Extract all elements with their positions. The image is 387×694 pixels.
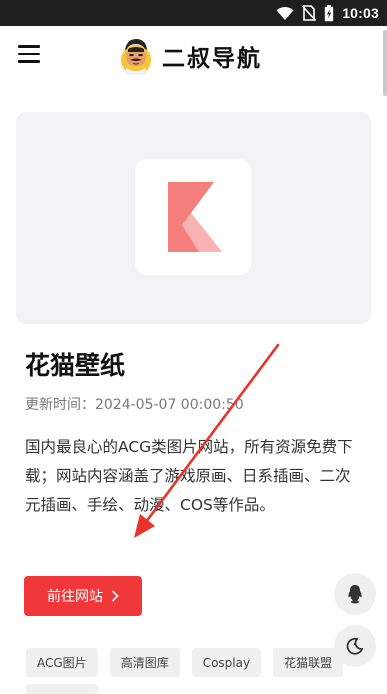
page-scrollbar[interactable]: [383, 30, 387, 96]
wifi-icon: [276, 6, 294, 20]
updated-time: 更新时间：2024-05-07 00:00:50: [25, 397, 244, 413]
site-description: 国内最良心的ACG类图片网站，所有资源免费下载；网站内容涵盖了游戏原画、日系插画…: [25, 438, 353, 514]
moon-theme-icon: [346, 637, 364, 655]
tag-chip[interactable]: 高清图库: [109, 648, 180, 677]
chevron-right-icon: [111, 590, 119, 602]
tag-chip[interactable]: Cosplay: [191, 648, 262, 677]
menu-icon[interactable]: [18, 45, 40, 63]
tag-chip-partial[interactable]: [26, 684, 98, 694]
qq-contact-button[interactable]: [334, 573, 376, 615]
visit-site-button[interactable]: 前往网站: [24, 576, 142, 616]
status-bar: 10:03: [0, 0, 387, 26]
status-icons: 10:03: [276, 4, 379, 22]
tag-chip[interactable]: ACG图片: [26, 648, 98, 677]
site-logo-icon: [168, 182, 222, 252]
app-bar: 二叔导航: [0, 26, 387, 84]
brand[interactable]: 二叔导航: [118, 34, 262, 78]
site-title: 花猫壁纸: [25, 351, 126, 380]
brand-title: 二叔导航: [162, 46, 262, 72]
site-preview-card: [16, 112, 371, 324]
qq-penguin-icon: [348, 585, 362, 604]
tag-list: ACG图片 高清图库 Cosplay 花猫联盟: [26, 648, 344, 677]
site-logo-tile: [135, 159, 251, 275]
status-time: 10:03: [342, 5, 379, 21]
brand-avatar-icon: [121, 39, 151, 75]
tag-chip[interactable]: 花猫联盟: [273, 648, 344, 677]
battery-charging-icon: [324, 4, 334, 21]
no-sim-icon: [302, 5, 317, 21]
visit-site-label: 前往网站: [47, 589, 103, 605]
